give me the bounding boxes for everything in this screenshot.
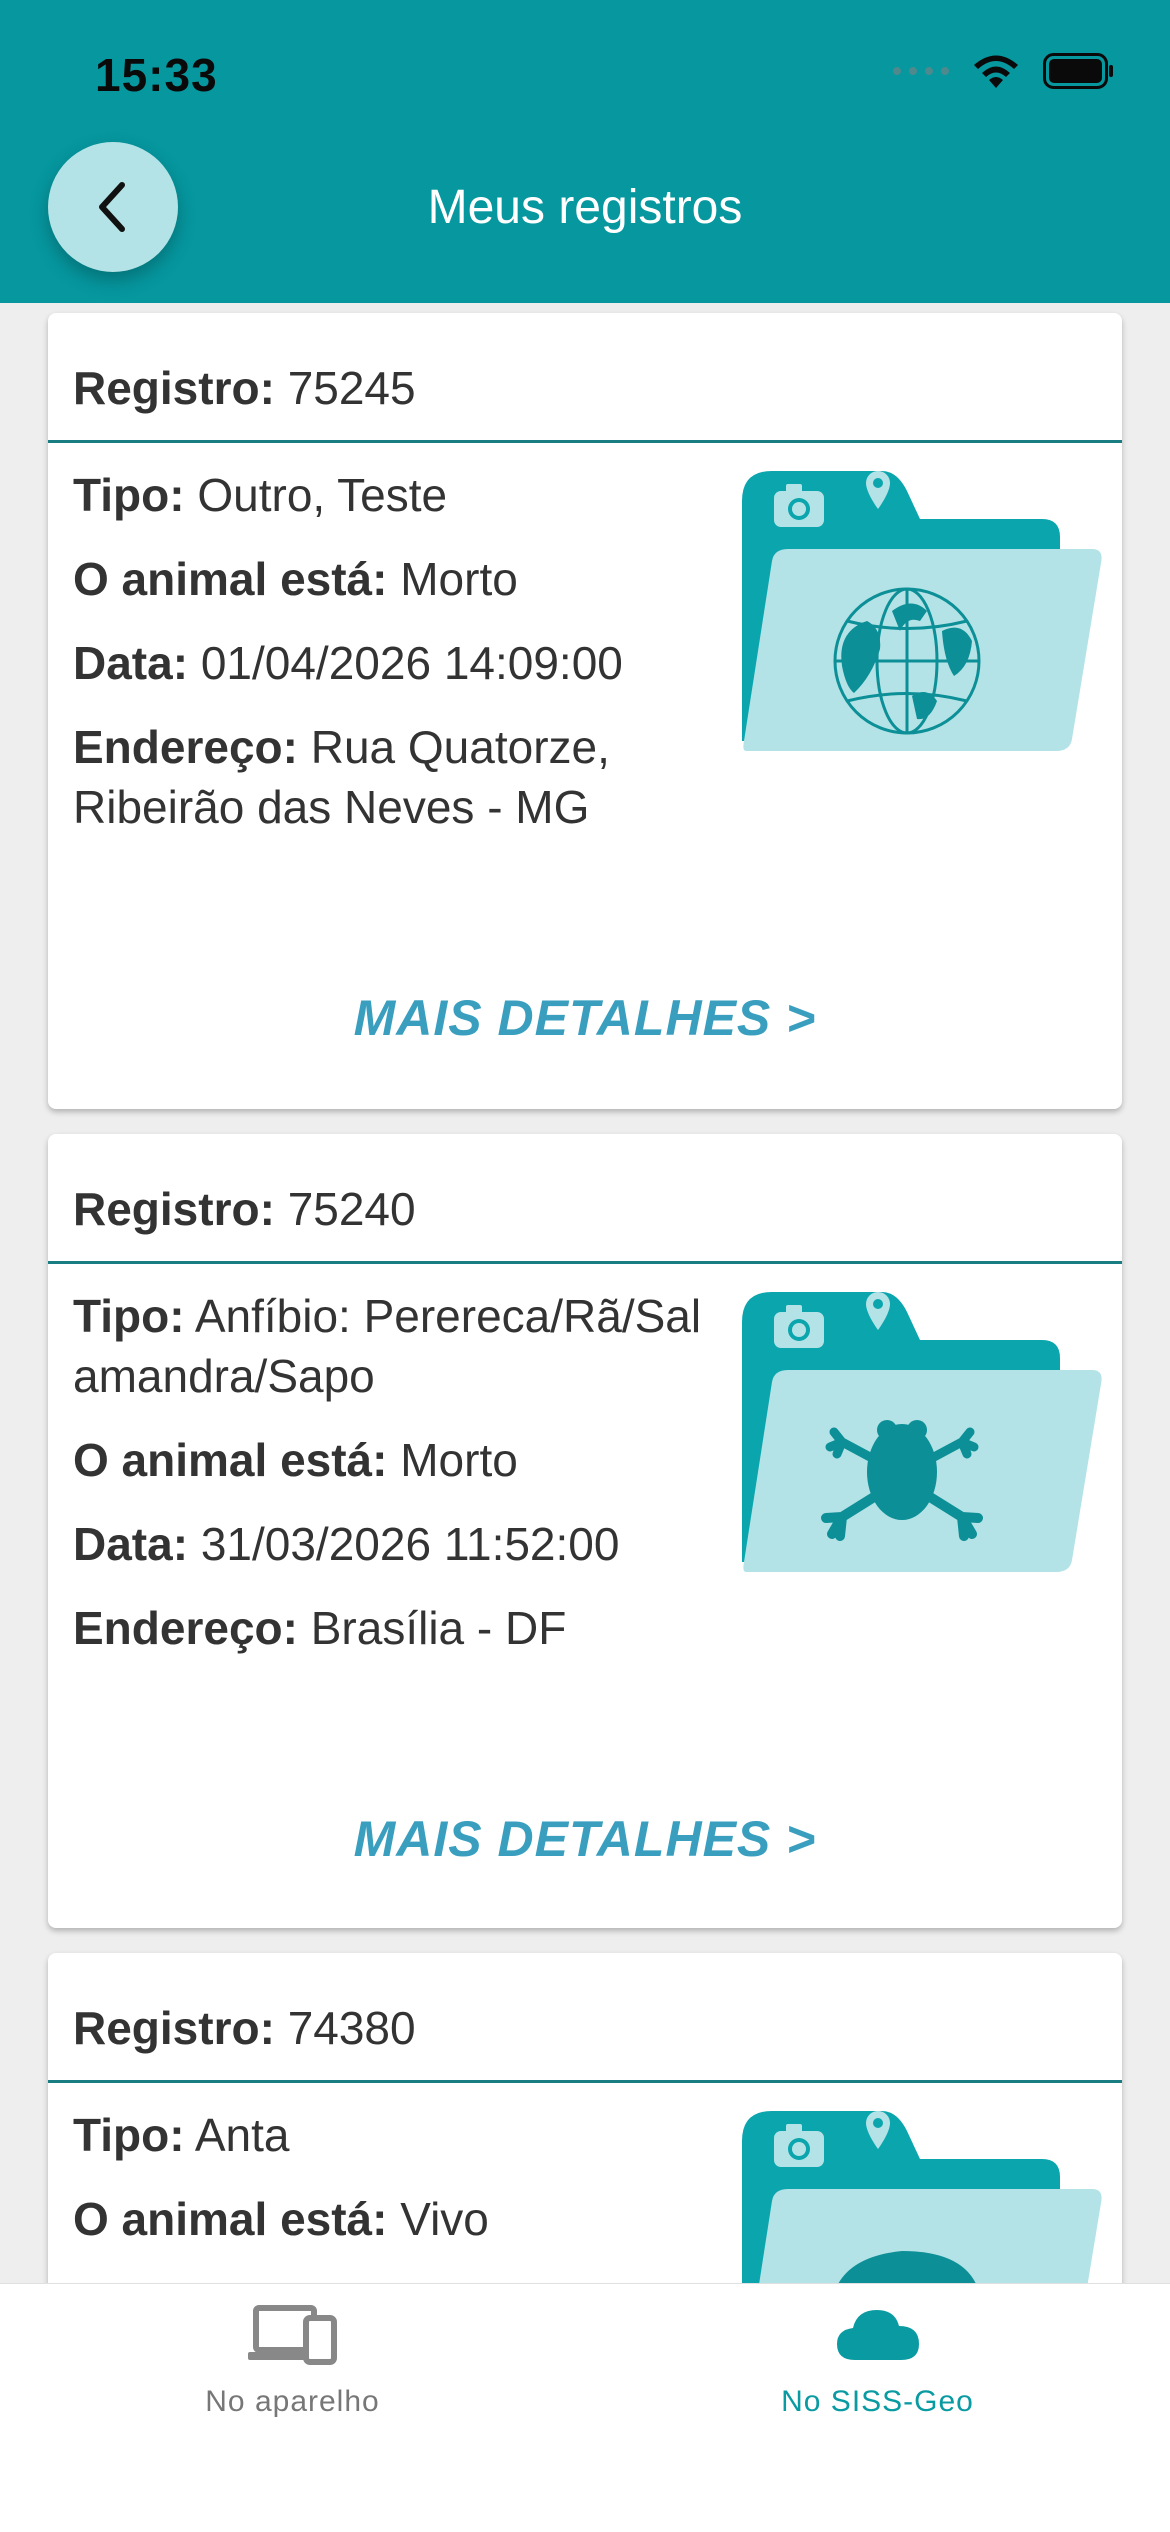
- record-card: Registro: 75245 Tipo: Outro, Teste O ani…: [48, 313, 1122, 1109]
- record-id-label: Registro:: [73, 1183, 275, 1235]
- tipo-label: Tipo:: [73, 2109, 185, 2161]
- tipo-value: Outro, Teste: [197, 469, 448, 521]
- globe-animals-icon: [742, 471, 1102, 751]
- endereco-label: Endereço:: [73, 1602, 298, 1654]
- record-id-label: Registro:: [73, 362, 275, 414]
- battery-icon: [1043, 53, 1113, 89]
- record-id: 75245: [287, 362, 416, 414]
- estado-value: Vivo: [400, 2193, 489, 2245]
- frog-icon: [742, 1292, 1102, 1572]
- record-id: 75240: [287, 1183, 416, 1235]
- estado-label: O animal está:: [73, 1434, 388, 1486]
- signal-icon: [893, 67, 949, 75]
- record-card: Registro: 75240 Tipo: Anfíbio: Perereca/…: [48, 1134, 1122, 1928]
- cloud-icon: [836, 2310, 919, 2360]
- record-header: Registro: 74380: [48, 1953, 1122, 2083]
- app-header: 15:33 Meus registros: [0, 0, 1170, 303]
- record-id: 74380: [287, 2002, 416, 2054]
- bottom-tab-bar: No aparelho No SISS-Geo: [0, 2283, 1170, 2532]
- tab-label: No SISS-Geo: [781, 2385, 974, 2418]
- tipo-label: Tipo:: [73, 1290, 185, 1342]
- estado-value: Morto: [400, 553, 518, 605]
- tab-no-aparelho[interactable]: No aparelho: [0, 2304, 585, 2419]
- endereco-value: Brasília - DF: [310, 1602, 567, 1654]
- tipo-label: Tipo:: [73, 469, 185, 521]
- record-header: Registro: 75240: [48, 1134, 1122, 1264]
- wifi-icon: [974, 55, 1018, 88]
- endereco-label: Endereço:: [73, 721, 298, 773]
- tapir-icon: [742, 2111, 1102, 2283]
- tipo-value: Anta: [194, 2109, 290, 2161]
- estado-label: O animal está:: [73, 2193, 388, 2245]
- record-id-label: Registro:: [73, 2002, 275, 2054]
- record-header: Registro: 75245: [48, 313, 1122, 443]
- records-list[interactable]: Registro: 75245 Tipo: Outro, Teste O ani…: [0, 303, 1170, 2283]
- data-label: Data:: [73, 637, 189, 689]
- data-value: 31/03/2026 11:52:00: [200, 1518, 620, 1570]
- status-time: 15:33: [95, 49, 218, 101]
- tab-label: No aparelho: [205, 2385, 380, 2418]
- more-details-link[interactable]: MAIS DETALHES >: [48, 1810, 1122, 1868]
- status-icons: [893, 52, 1115, 90]
- tab-no-siss-geo[interactable]: No SISS-Geo: [585, 2304, 1170, 2419]
- devices-icon: [247, 2305, 337, 2365]
- record-card: Registro: 74380 Tipo: Anta O animal está…: [48, 1953, 1122, 2283]
- estado-label: O animal está:: [73, 553, 388, 605]
- page-title: Meus registros: [427, 181, 743, 234]
- data-label: Data:: [73, 1518, 189, 1570]
- more-details-link[interactable]: MAIS DETALHES >: [48, 989, 1122, 1047]
- data-value: 01/04/2026 14:09:00: [200, 637, 623, 689]
- estado-value: Morto: [400, 1434, 518, 1486]
